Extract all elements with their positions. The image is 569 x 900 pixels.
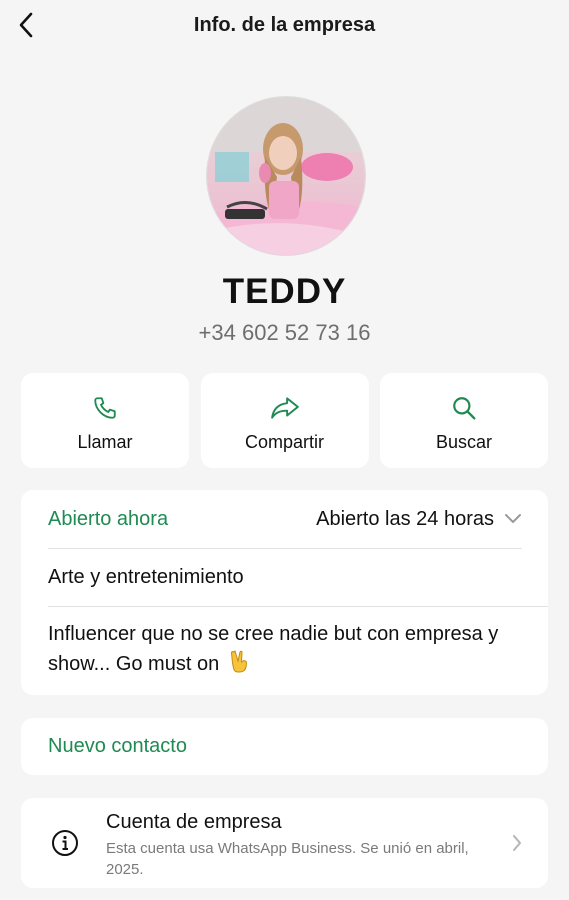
- phone-icon: [94, 397, 116, 419]
- chevron-right-icon: [513, 835, 521, 851]
- category-row: Arte y entretenimiento: [48, 549, 548, 607]
- business-account-subtitle: Esta cuenta usa WhatsApp Business. Se un…: [106, 840, 469, 878]
- new-contact-label: Nuevo contacto: [48, 735, 187, 757]
- chevron-down-icon: [505, 514, 521, 523]
- business-name: TEDDY: [222, 272, 347, 311]
- search-icon: [453, 397, 476, 420]
- search-label: Buscar: [435, 432, 493, 452]
- profile-photo: [207, 97, 365, 255]
- business-account-card[interactable]: Cuenta de empresa Esta cuenta usa WhatsA…: [21, 798, 548, 888]
- phone-number: +34 602 52 73 16: [198, 320, 371, 345]
- open-status: Abierto ahora: [48, 507, 169, 530]
- share-arrow-icon: [270, 397, 299, 419]
- description-row: Influencer que no se cree nadie but con …: [48, 620, 522, 679]
- business-account-title: Cuenta de empresa: [106, 811, 282, 833]
- new-contact-card[interactable]: Nuevo contacto: [21, 718, 548, 775]
- avatar[interactable]: [206, 96, 366, 256]
- page-title: Info. de la empresa: [193, 14, 376, 36]
- search-button[interactable]: Buscar: [380, 373, 548, 468]
- share-label: Compartir: [244, 432, 324, 452]
- hours-text: Abierto las 24 horas: [316, 507, 494, 530]
- business-info-card: Abierto ahora Abierto las 24 horas Arte …: [21, 490, 548, 695]
- top-bar: Info. de la empresa: [0, 0, 569, 52]
- description-text: Influencer que no se cree nadie but con …: [48, 623, 499, 675]
- hours-row[interactable]: Abierto ahora Abierto las 24 horas: [48, 490, 522, 549]
- call-button[interactable]: Llamar: [21, 373, 189, 468]
- info-circle-icon: [52, 830, 78, 856]
- hours-dropdown[interactable]: Abierto las 24 horas: [316, 508, 522, 531]
- share-button[interactable]: Compartir: [200, 373, 369, 468]
- call-label: Llamar: [77, 432, 133, 452]
- victory-hand-icon: [230, 650, 247, 673]
- category-text: Arte y entretenimiento: [48, 566, 244, 588]
- action-buttons: Llamar Compartir Buscar: [21, 373, 548, 468]
